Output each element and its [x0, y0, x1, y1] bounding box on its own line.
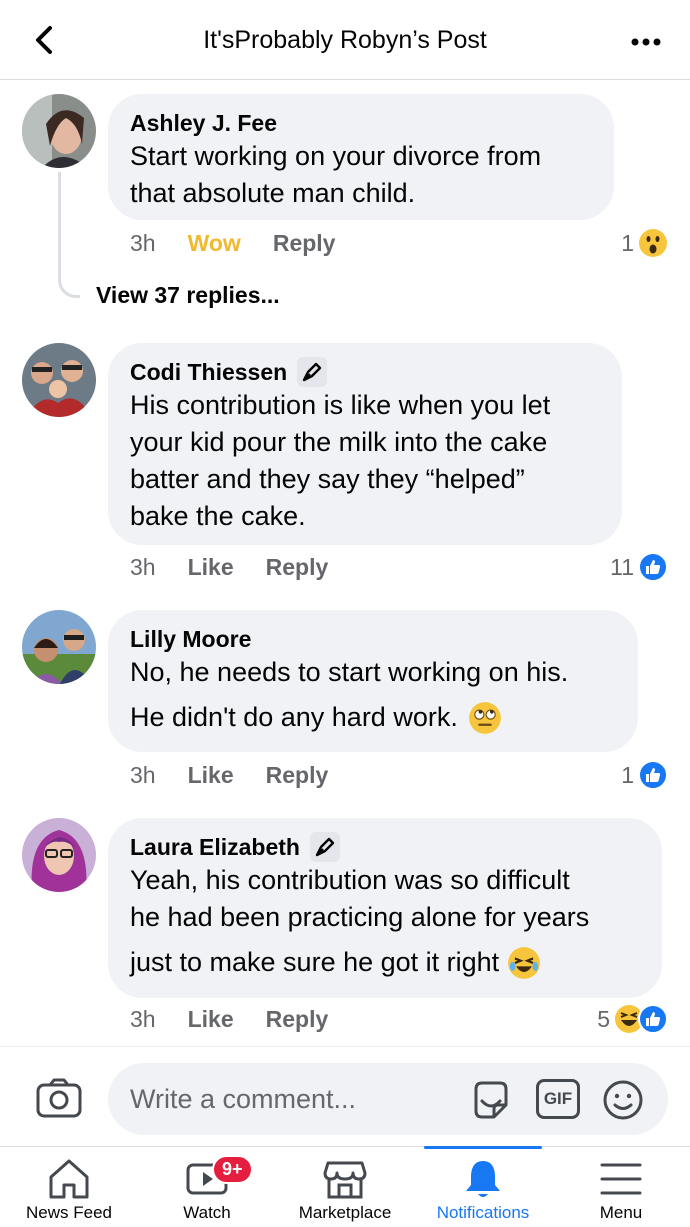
- tab-marketplace[interactable]: Marketplace: [276, 1147, 414, 1227]
- comment-time: 3h: [130, 762, 156, 788]
- tab-label: News Feed: [26, 1203, 112, 1222]
- comment-input-container: GIF: [108, 1063, 668, 1135]
- comment-line: that absolute man child.: [130, 178, 416, 208]
- comment-text: No, he needs to start working on his. He…: [130, 654, 616, 736]
- comment-time: 3h: [130, 230, 156, 256]
- comment-line-with-emoji: just to make sure he got it right: [130, 944, 640, 981]
- like-reaction-icon: [638, 1004, 668, 1034]
- sticker-icon[interactable]: [470, 1079, 512, 1121]
- reaction-summary[interactable]: 1: [621, 760, 668, 790]
- comment-line: He didn't do any hard work.: [130, 702, 458, 732]
- pen-icon: [303, 362, 322, 382]
- comment-actions: 3h Wow Reply: [130, 230, 367, 257]
- like-reaction-icon: [638, 760, 668, 790]
- comment-line-with-emoji: He didn't do any hard work.: [130, 699, 616, 736]
- reaction-summary[interactable]: 5: [597, 1004, 668, 1034]
- avatar[interactable]: [22, 610, 96, 684]
- comment-time: 3h: [130, 554, 156, 580]
- top-fan-badge[interactable]: [309, 832, 340, 862]
- reply-button[interactable]: Reply: [266, 554, 329, 581]
- comment-text: His contribution is like when you let yo…: [130, 387, 600, 535]
- marketplace-shop-icon: [323, 1161, 367, 1199]
- notification-count-badge: 9+: [212, 1155, 253, 1184]
- wow-reaction-button[interactable]: Wow: [188, 230, 241, 257]
- bell-icon: [466, 1161, 500, 1197]
- tab-menu[interactable]: Menu: [552, 1147, 690, 1227]
- tab-label: Notifications: [436, 1203, 530, 1222]
- comment-author[interactable]: Codi Thiessen: [130, 357, 600, 387]
- like-button[interactable]: Like: [188, 1006, 234, 1033]
- author-name[interactable]: Codi Thiessen: [130, 357, 287, 387]
- pen-icon: [315, 837, 335, 857]
- avatar[interactable]: [22, 94, 96, 168]
- view-replies-link[interactable]: View 37 replies...: [96, 282, 280, 309]
- reaction-summary[interactable]: 11: [610, 552, 668, 582]
- tab-label: Menu: [599, 1203, 643, 1222]
- bottom-tab-bar: News Feed 9+ Watch Marketplace Notificat…: [0, 1146, 690, 1227]
- comment-actions: 3h Like Reply: [130, 762, 360, 789]
- comment-line: he had been practicing alone for years: [130, 902, 590, 932]
- comment-actions: 3h Like Reply: [130, 1006, 360, 1033]
- gif-label: GIF: [543, 1089, 573, 1108]
- camera-icon[interactable]: [36, 1077, 82, 1119]
- tab-news-feed[interactable]: News Feed: [0, 1147, 138, 1227]
- comment-time: 3h: [130, 1006, 156, 1032]
- comment-author[interactable]: Lilly Moore: [130, 624, 616, 654]
- tab-label: Watch: [183, 1203, 231, 1222]
- emoji-icon[interactable]: [602, 1079, 644, 1121]
- tab-label: Marketplace: [298, 1203, 392, 1222]
- comment-text: Yeah, his contribution was so difficult …: [130, 862, 640, 981]
- comment-bubble: Laura Elizabeth Yeah, his contribution w…: [108, 818, 662, 998]
- wow-emoji-icon: [639, 229, 667, 257]
- thread-line: [58, 172, 80, 298]
- comment-line: your kid pour the milk into the cake: [130, 427, 548, 457]
- comment-text: Start working on your divorce from that …: [130, 138, 592, 212]
- tab-notifications[interactable]: Notifications: [414, 1146, 552, 1227]
- gif-button[interactable]: GIF: [536, 1079, 580, 1119]
- comment-line: Yeah, his contribution was so difficult: [130, 865, 570, 895]
- comment-line: No, he needs to start working on his.: [130, 657, 569, 687]
- reply-button[interactable]: Reply: [266, 1006, 329, 1033]
- comment-bubble: Codi Thiessen His contribution is like w…: [108, 343, 622, 545]
- reaction-count: 1: [621, 229, 634, 256]
- comment-line: His contribution is like when you let: [130, 390, 551, 420]
- comment-actions: 3h Like Reply: [130, 554, 360, 581]
- comment-composer: GIF: [0, 1046, 690, 1146]
- avatar[interactable]: [22, 343, 96, 417]
- avatar[interactable]: [22, 818, 96, 892]
- hamburger-menu-icon: [600, 1163, 642, 1195]
- comment-line: batter and they say they “helped”: [130, 464, 525, 494]
- like-button[interactable]: Like: [188, 554, 234, 581]
- more-options-icon[interactable]: [628, 24, 664, 60]
- reaction-count: 11: [610, 553, 634, 580]
- reaction-count: 1: [621, 761, 634, 788]
- author-name[interactable]: Laura Elizabeth: [130, 832, 300, 862]
- reaction-summary[interactable]: 1: [621, 228, 668, 258]
- comment-author[interactable]: Ashley J. Fee: [130, 108, 592, 138]
- comment-bubble: Lilly Moore No, he needs to start workin…: [108, 610, 638, 752]
- reaction-count: 5: [597, 1005, 610, 1032]
- like-reaction-icon: [638, 552, 668, 582]
- comment-line: bake the cake.: [130, 501, 306, 531]
- reply-button[interactable]: Reply: [273, 230, 336, 257]
- eye-roll-emoji-icon: [468, 701, 501, 734]
- comment-input[interactable]: [130, 1077, 450, 1121]
- like-button[interactable]: Like: [188, 762, 234, 789]
- top-bar: It'sProbably Robyn’s Post: [0, 0, 690, 80]
- home-icon: [49, 1159, 89, 1199]
- tab-watch[interactable]: 9+ Watch: [138, 1147, 276, 1227]
- comment-author[interactable]: Laura Elizabeth: [130, 832, 640, 862]
- top-fan-badge[interactable]: [297, 357, 328, 387]
- comment-bubble: Ashley J. Fee Start working on your divo…: [108, 94, 614, 220]
- page-title: It'sProbably Robyn’s Post: [203, 26, 487, 54]
- laughing-emoji-icon: [508, 946, 541, 979]
- comment-line: just to make sure he got it right: [130, 947, 500, 977]
- reply-button[interactable]: Reply: [266, 762, 329, 789]
- comment-line: Start working on your divorce from: [130, 141, 542, 171]
